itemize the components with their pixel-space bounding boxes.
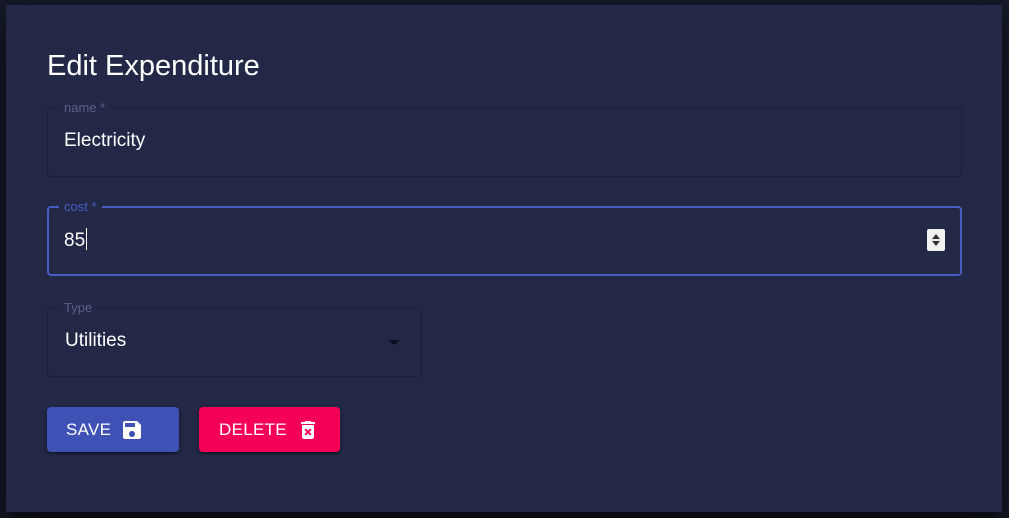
dialog-title: Edit Expenditure bbox=[47, 50, 260, 82]
stepper-up-icon[interactable] bbox=[932, 234, 940, 239]
cost-input[interactable]: 85 bbox=[64, 228, 88, 253]
type-select[interactable]: Type Utilities bbox=[47, 300, 422, 377]
name-field[interactable]: name * Electricity bbox=[47, 100, 962, 177]
number-stepper[interactable] bbox=[927, 229, 945, 251]
cost-field[interactable]: cost * 85 bbox=[47, 199, 962, 276]
save-button[interactable]: SAVE bbox=[47, 407, 179, 452]
name-input[interactable]: Electricity bbox=[64, 129, 145, 153]
save-icon bbox=[120, 418, 144, 442]
delete-button-label: DELETE bbox=[219, 419, 287, 439]
delete-button[interactable]: DELETE bbox=[199, 407, 340, 452]
delete-forever-icon bbox=[296, 418, 320, 442]
save-button-label: SAVE bbox=[66, 419, 112, 439]
stepper-down-icon[interactable] bbox=[932, 241, 940, 246]
text-cursor bbox=[86, 228, 88, 250]
type-select-label: Type bbox=[59, 300, 98, 315]
edit-expenditure-dialog: Edit Expenditure name * Electricity cost… bbox=[6, 5, 1002, 512]
cost-input-value: 85 bbox=[64, 230, 86, 251]
cost-field-label: cost * bbox=[59, 199, 102, 214]
name-field-label: name * bbox=[59, 100, 111, 115]
dropdown-arrow-icon[interactable] bbox=[388, 340, 400, 345]
type-select-value[interactable]: Utilities bbox=[65, 329, 126, 353]
